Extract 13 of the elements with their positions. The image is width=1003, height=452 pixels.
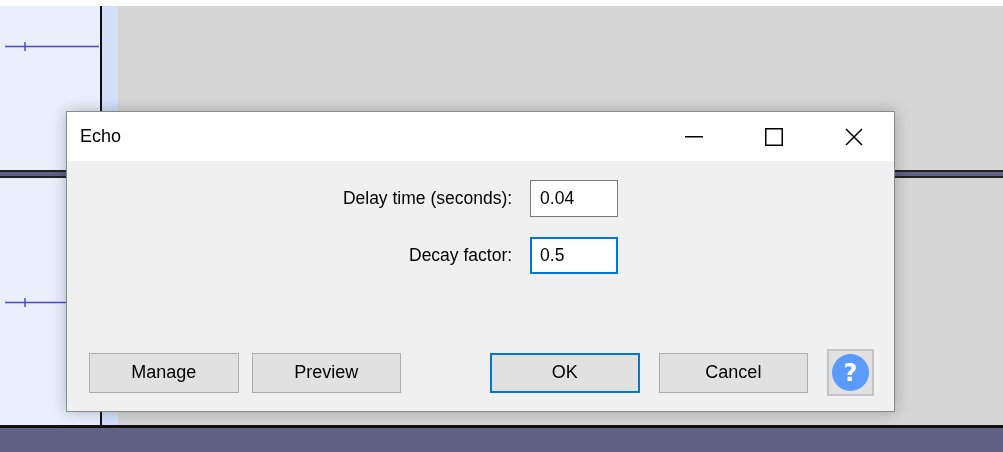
manage-button[interactable]: Manage	[89, 352, 239, 393]
window-title: Echo	[80, 126, 123, 147]
field-label: Delay time (seconds):	[342, 188, 513, 209]
waveform-line	[5, 298, 66, 307]
ok-button[interactable]: OK	[490, 352, 640, 393]
input-field[interactable]: 0.04	[530, 180, 619, 217]
preview-button[interactable]: Preview	[251, 352, 402, 393]
close-icon	[845, 127, 863, 146]
maximize-icon	[765, 127, 783, 146]
input-field[interactable]: 0.5	[530, 237, 619, 274]
field-label: Decay factor:	[408, 245, 513, 266]
cancel-button[interactable]: Cancel	[658, 352, 809, 393]
minimize-icon	[685, 135, 703, 138]
